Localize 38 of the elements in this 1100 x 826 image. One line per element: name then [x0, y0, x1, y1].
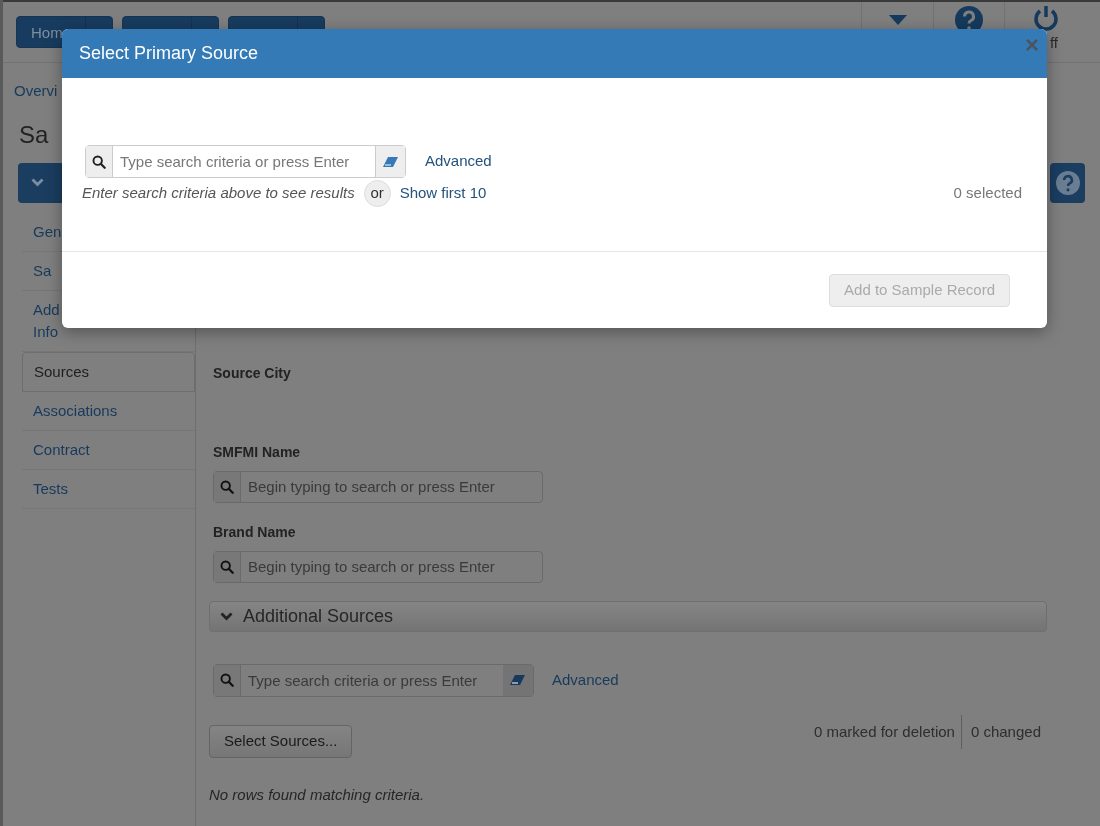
- search-icon: [220, 479, 234, 494]
- sidebar-item[interactable]: Tests: [22, 469, 195, 509]
- search-icon: [220, 559, 234, 574]
- field-label: Source City: [213, 363, 291, 383]
- search-field[interactable]: Type search criteria or press Enter: [213, 663, 534, 697]
- select-sources-button[interactable]: Select Sources...: [209, 724, 353, 758]
- sidebar-item[interactable]: Sources: [22, 351, 195, 392]
- power-icon: [1032, 4, 1060, 32]
- page-title: Sa: [19, 119, 49, 150]
- advanced-link[interactable]: Advanced: [425, 150, 492, 173]
- close-button[interactable]: ×: [1025, 33, 1039, 57]
- changed-count: 0 changed: [969, 721, 1041, 742]
- help-button[interactable]: [1050, 162, 1085, 203]
- eraser-icon[interactable]: [382, 155, 399, 168]
- search-icon: [220, 673, 234, 687]
- selected-count: 0 selected: [953, 183, 1022, 204]
- deletion-count: 0 marked for deletion: [814, 714, 962, 749]
- chevron-down-icon: [31, 178, 44, 187]
- empty-message: No rows found matching criteria.: [209, 784, 425, 805]
- caret-down-icon: [888, 15, 907, 25]
- sidebar-item[interactable]: Associations: [22, 391, 195, 431]
- log-off-label: ff: [1049, 33, 1059, 53]
- hint-text: Enter search criteria above to see results: [82, 183, 355, 204]
- modal-title: Select Primary Source: [79, 42, 259, 65]
- advanced-link[interactable]: Advanced: [552, 668, 619, 692]
- eraser-icon[interactable]: [510, 674, 526, 686]
- field-label: Brand Name: [213, 522, 296, 542]
- or-label: or: [363, 180, 391, 207]
- help-icon: [1055, 170, 1080, 195]
- show-first-link[interactable]: Show first 10: [399, 182, 487, 205]
- search-icon: [92, 154, 106, 169]
- accordion-header[interactable]: Additional Sources: [209, 600, 1047, 632]
- chevron-down-icon: [220, 611, 233, 621]
- search-field[interactable]: Type search criteria or press Enter: [241, 664, 503, 696]
- field-label: SMFMI Name: [213, 442, 301, 462]
- sidebar-item[interactable]: Contract: [22, 430, 195, 470]
- search-field[interactable]: Type search criteria or press Enter: [113, 146, 375, 177]
- breadcrumb-link[interactable]: Overvi: [14, 80, 58, 103]
